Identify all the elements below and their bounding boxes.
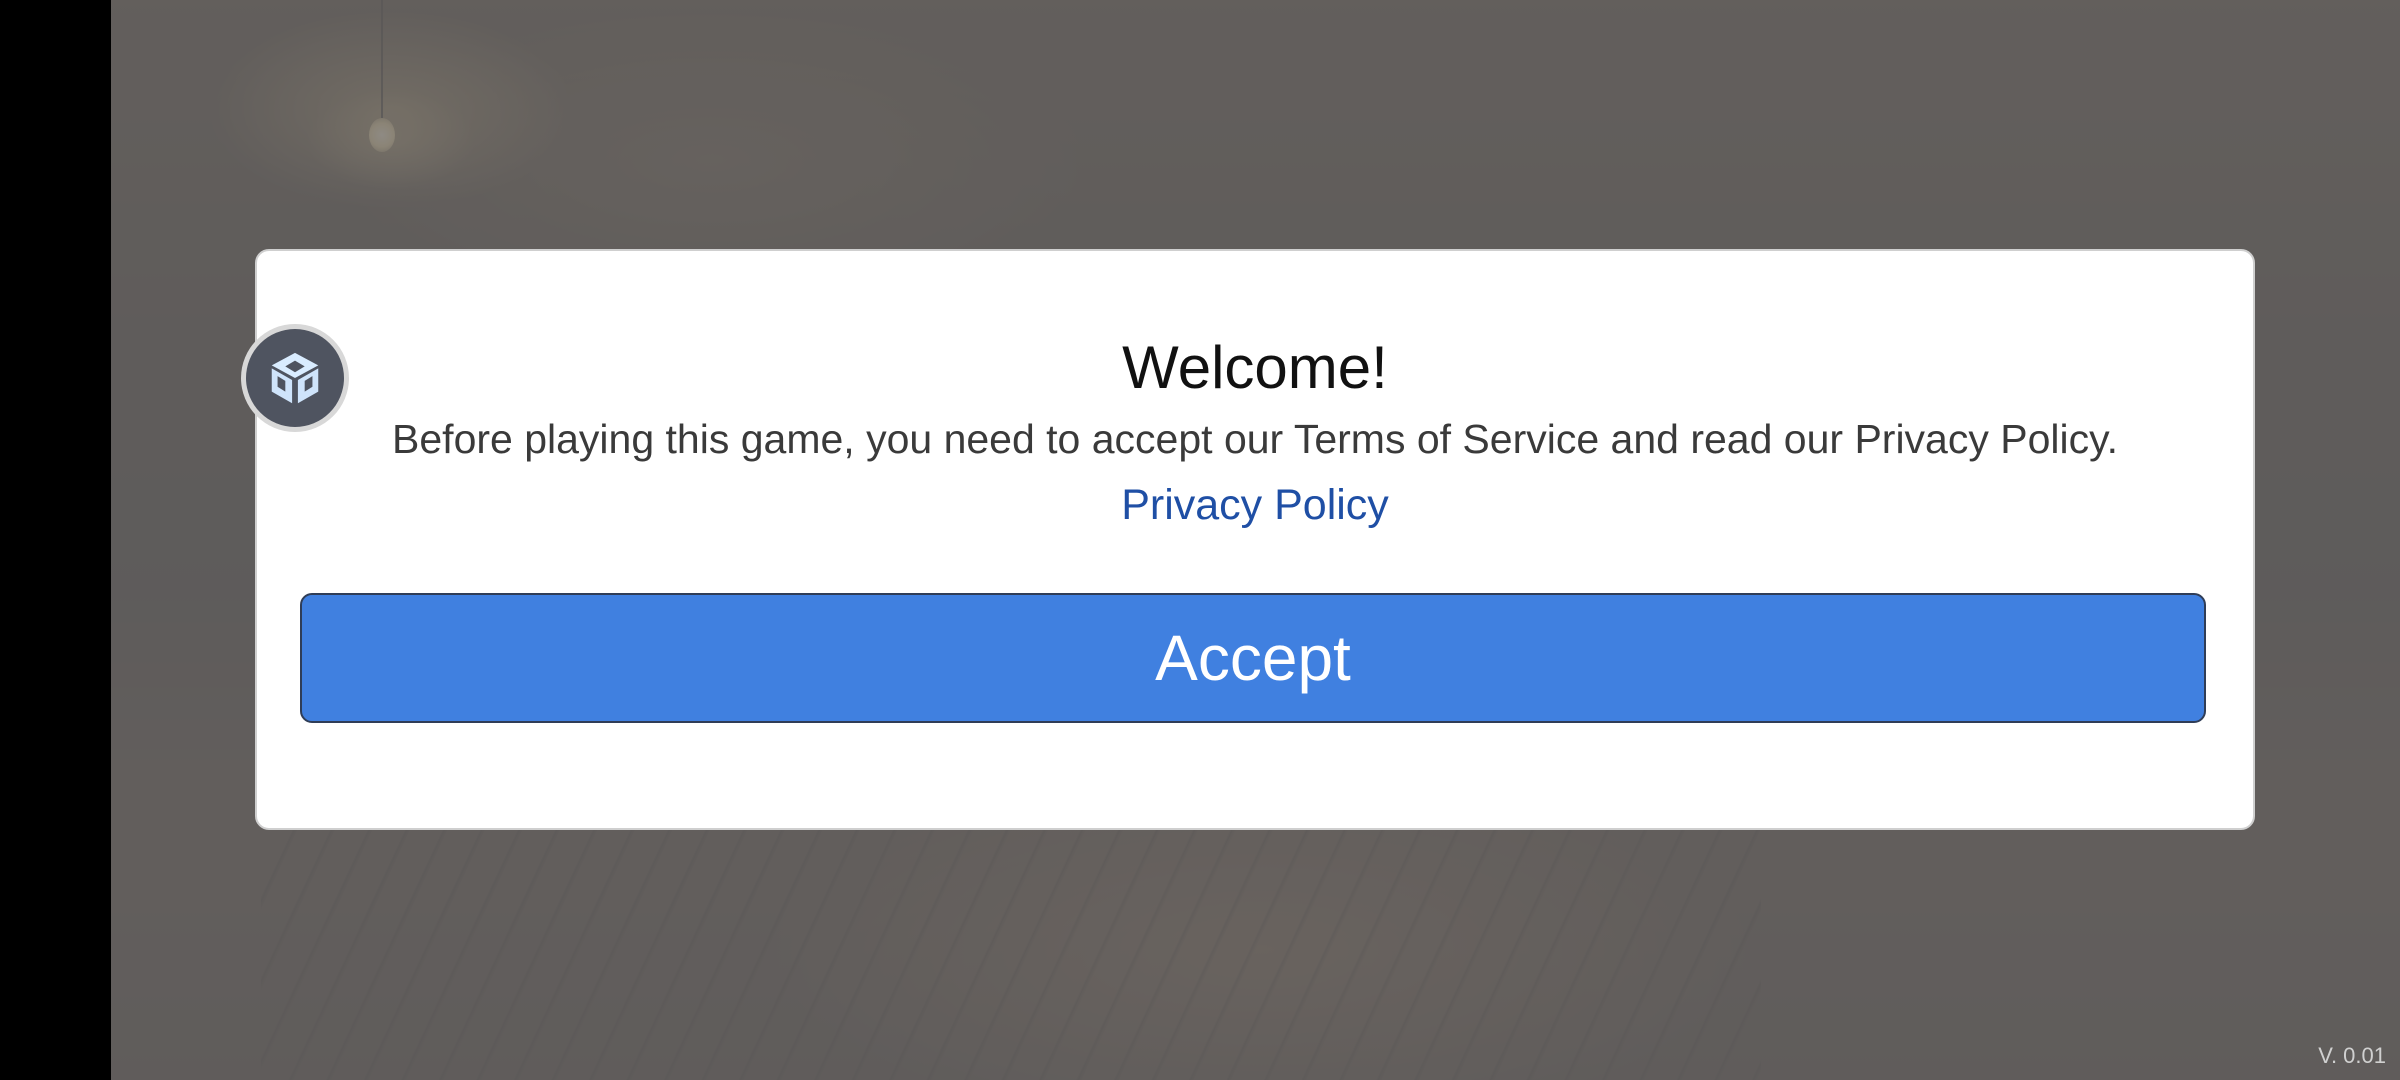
accept-button[interactable]: Accept [300,593,2206,723]
dialog-title: Welcome! [1122,334,1388,401]
privacy-policy-link[interactable]: Privacy Policy [257,479,2253,531]
app-screen: Welcome! Before playing this game, you n… [0,0,2400,1080]
welcome-dialog: Welcome! Before playing this game, you n… [255,249,2255,830]
cube-icon [271,352,319,404]
left-black-bar [0,0,111,1080]
avatar-badge [246,329,344,427]
dialog-message: Before playing this game, you need to ac… [392,416,2118,462]
version-label: V. 0.01 [2318,1043,2386,1068]
avatar [241,324,349,432]
